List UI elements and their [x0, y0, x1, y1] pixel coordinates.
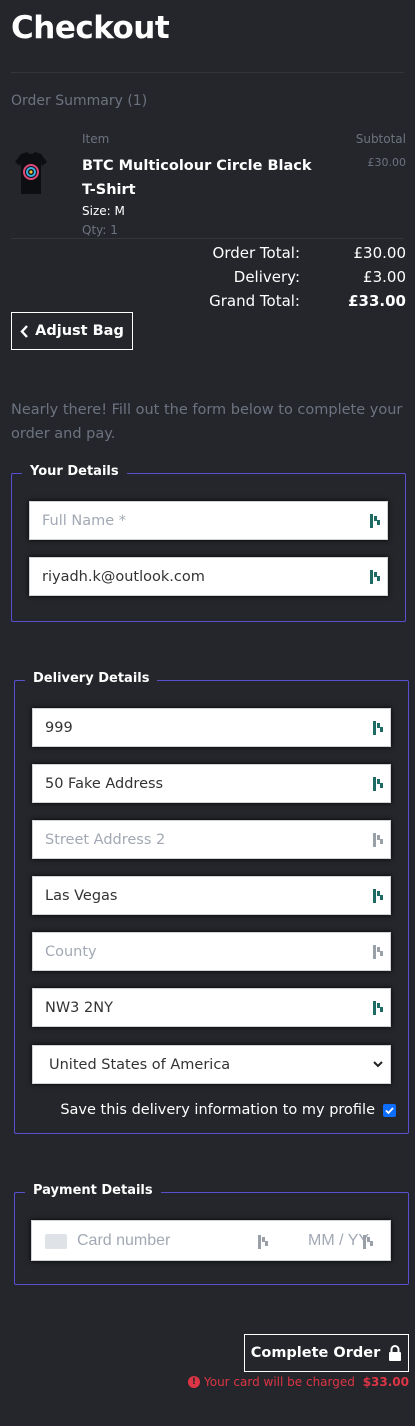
complete-order-button[interactable]: Complete Order [244, 1334, 409, 1372]
town-city-value: Las Vegas [45, 887, 118, 904]
check-icon [385, 1106, 394, 1114]
adjust-bag-label: Adjust Bag [35, 323, 124, 339]
chevron-down-icon [373, 1061, 383, 1068]
delivery-details-fieldset: Delivery Details 999 50 Fake Address Str… [14, 671, 409, 1134]
exclamation-circle-icon: ! [187, 1376, 200, 1388]
page-title: Checkout [11, 10, 170, 46]
payment-details-legend: Payment Details [25, 1183, 161, 1198]
product-qty: Qty: 1 [82, 223, 118, 237]
product-image [15, 152, 47, 194]
delivery-value: £3.00 [363, 268, 406, 286]
street-address-1-input[interactable]: 50 Fake Address [32, 764, 391, 803]
card-expiry-placeholder: MM / YY [308, 1232, 370, 1249]
password-manager-icon[interactable] [362, 1234, 374, 1250]
town-city-input[interactable]: Las Vegas [32, 876, 391, 915]
adjust-bag-button[interactable]: Adjust Bag [11, 312, 133, 350]
delivery-label: Delivery: [233, 268, 300, 286]
product-subtotal: £30.00 [367, 156, 407, 169]
your-details-fieldset: Your Details Full Name * riyadh.k@outloo… [11, 464, 406, 622]
password-manager-icon[interactable] [369, 513, 381, 529]
full-name-input[interactable]: Full Name * [29, 501, 388, 540]
full-name-placeholder: Full Name * [42, 512, 127, 529]
delivery-details-legend: Delivery Details [25, 671, 158, 686]
county-input[interactable]: County [32, 932, 391, 971]
password-manager-icon[interactable] [372, 1000, 384, 1016]
phone-value: 999 [45, 719, 73, 736]
postal-code-input[interactable]: NW3 2NY [32, 988, 391, 1027]
card-number-placeholder: Card number [77, 1232, 171, 1249]
credit-card-icon [45, 1234, 67, 1249]
your-details-legend: Your Details [22, 464, 127, 479]
charge-notice: ! Your card will be charged $33.00 [187, 1375, 409, 1389]
item-column-label: Item [82, 132, 110, 146]
password-manager-icon[interactable] [372, 776, 384, 792]
email-input[interactable]: riyadh.k@outlook.com [29, 557, 388, 596]
divider [11, 238, 404, 239]
grand-total-label: Grand Total: [209, 292, 300, 310]
product-size: Size: M [82, 204, 125, 218]
grand-total-value: £33.00 [348, 292, 406, 310]
street-address-2-placeholder: Street Address 2 [45, 831, 166, 848]
password-manager-icon[interactable] [372, 832, 384, 848]
street-address-1-value: 50 Fake Address [45, 775, 164, 792]
password-manager-icon[interactable] [372, 720, 384, 736]
subtotal-column-label: Subtotal [355, 132, 406, 146]
order-summary-heading: Order Summary (1) [11, 93, 148, 109]
postal-code-value: NW3 2NY [45, 999, 113, 1016]
phone-input[interactable]: 999 [32, 708, 391, 747]
charge-amount: $33.00 [362, 1375, 409, 1389]
form-intro-text: Nearly there! Fill out the form below to… [11, 402, 403, 442]
country-value: United States of America [49, 1056, 231, 1073]
country-select[interactable]: United States of America [32, 1045, 391, 1084]
password-manager-icon[interactable] [372, 888, 384, 904]
divider [11, 72, 404, 73]
street-address-2-input[interactable]: Street Address 2 [32, 820, 391, 859]
password-manager-icon[interactable] [372, 944, 384, 960]
password-manager-icon[interactable] [369, 569, 381, 585]
email-value: riyadh.k@outlook.com [42, 568, 205, 585]
save-info-label: Save this delivery information to my pro… [60, 1102, 375, 1118]
county-placeholder: County [45, 943, 97, 960]
product-name: BTC Multicolour Circle Black T-Shirt [82, 158, 312, 198]
lock-icon [389, 1345, 402, 1361]
order-total-value: £30.00 [353, 244, 407, 262]
complete-order-label: Complete Order [250, 1345, 381, 1361]
chevron-left-icon [20, 324, 29, 338]
order-total-label: Order Total: [212, 244, 300, 262]
save-info-checkbox[interactable] [383, 1103, 396, 1117]
password-manager-icon[interactable] [257, 1234, 269, 1250]
save-info-row[interactable]: Save this delivery information to my pro… [60, 1102, 396, 1118]
card-input[interactable]: Card number MM / YY [31, 1220, 391, 1261]
charge-prefix: Your card will be charged [203, 1375, 359, 1389]
